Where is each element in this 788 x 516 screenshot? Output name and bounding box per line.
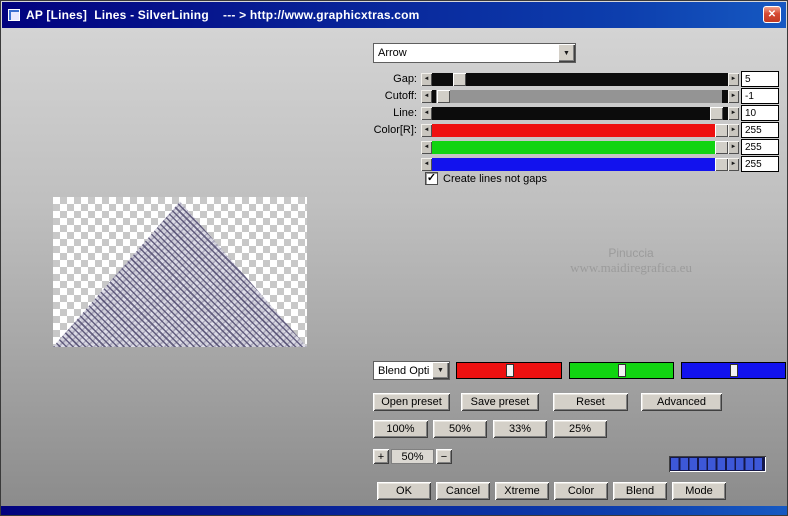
blue-channel-handle[interactable] [730, 364, 739, 377]
slider-left-arrow-icon[interactable]: ◄ [421, 157, 432, 171]
slider-left-arrow-icon[interactable]: ◄ [421, 123, 432, 137]
cutoff-handle[interactable] [437, 89, 451, 103]
color-r-label: Color[R]: [373, 124, 417, 136]
color-r-slider[interactable]: ◄ ► [421, 123, 739, 137]
color-g-value-field[interactable] [741, 139, 779, 155]
checkbox-check-icon[interactable]: ✓ [425, 172, 438, 185]
blend-options-dropdown[interactable]: Blend Opti ▼ [373, 361, 450, 380]
slider-left-arrow-icon[interactable]: ◄ [421, 140, 432, 154]
cutoff-label: Cutoff: [384, 90, 417, 102]
slider-left-arrow-icon[interactable]: ◄ [421, 89, 432, 103]
preview-image [53, 197, 307, 347]
color-r-handle[interactable] [714, 123, 728, 137]
cutoff-value-field[interactable] [741, 88, 779, 104]
reset-button[interactable]: Reset [553, 393, 628, 411]
zoom-25-button[interactable]: 25% [553, 420, 607, 438]
close-button[interactable]: ✕ [763, 6, 781, 23]
zoom-50-button[interactable]: 50% [433, 420, 487, 438]
color-g-track[interactable] [432, 140, 728, 154]
slider-right-arrow-icon[interactable]: ► [728, 89, 739, 103]
cutoff-row: Cutoff: ◄ ► [353, 88, 779, 104]
cutoff-slider[interactable]: ◄ ► [421, 89, 739, 103]
zoom-out-button[interactable]: − [436, 449, 452, 464]
save-preset-button[interactable]: Save preset [461, 393, 539, 411]
color-g-row: ◄ ► [353, 139, 779, 155]
gap-handle[interactable] [452, 72, 466, 86]
green-channel-slider[interactable] [569, 362, 674, 379]
watermark-line1: Pinuccia [608, 246, 654, 260]
color-r-track[interactable] [432, 123, 728, 137]
line-slider[interactable]: ◄ ► [421, 106, 739, 120]
cancel-button[interactable]: Cancel [436, 482, 490, 500]
advanced-button[interactable]: Advanced [641, 393, 722, 411]
gap-track[interactable] [432, 72, 728, 86]
app-icon [8, 9, 20, 21]
line-track[interactable] [432, 106, 728, 120]
color-b-handle[interactable] [714, 157, 728, 171]
color-b-track[interactable] [432, 157, 728, 171]
ok-button[interactable]: OK [377, 482, 431, 500]
create-lines-checkbox-label: Create lines not gaps [443, 172, 547, 185]
gap-slider[interactable]: ◄ ► [421, 72, 739, 86]
zoom-in-button[interactable]: + [373, 449, 389, 464]
color-r-value-field[interactable] [741, 122, 779, 138]
slider-right-arrow-icon[interactable]: ► [728, 157, 739, 171]
shape-dropdown[interactable]: Arrow ▼ [373, 43, 576, 63]
chevron-down-icon[interactable]: ▼ [558, 44, 575, 62]
color-b-row: ◄ ► [353, 156, 779, 172]
progress-bar-fill [671, 458, 764, 470]
pattern-triangle [53, 201, 307, 347]
xtreme-button[interactable]: Xtreme [495, 482, 549, 500]
cutoff-track[interactable] [432, 89, 728, 103]
zoom-100-button[interactable]: 100% [373, 420, 428, 438]
zoom-33-button[interactable]: 33% [493, 420, 547, 438]
color-r-row: Color[R]: ◄ ► [353, 122, 779, 138]
color-g-handle[interactable] [714, 140, 728, 154]
watermark-line2: www.maidiregrafica.eu [570, 260, 692, 275]
line-value-field[interactable] [741, 105, 779, 121]
watermark: Pinuccia www.maidiregrafica.eu [536, 246, 726, 276]
plugin-dialog: AP [Lines] Lines - SilverLining --- > ht… [0, 0, 788, 516]
open-preset-button[interactable]: Open preset [373, 393, 450, 411]
titlebar[interactable]: AP [Lines] Lines - SilverLining --- > ht… [2, 2, 786, 28]
gap-value-field[interactable] [741, 71, 779, 87]
slider-right-arrow-icon[interactable]: ► [728, 72, 739, 86]
create-lines-checkbox[interactable]: ✓ Create lines not gaps [425, 172, 547, 185]
blend-options-value: Blend Opti [378, 364, 430, 377]
progress-bar [669, 456, 766, 472]
color-button[interactable]: Color [554, 482, 608, 500]
chevron-down-icon[interactable]: ▼ [432, 362, 449, 379]
line-handle[interactable] [710, 106, 724, 120]
green-channel-handle[interactable] [618, 364, 627, 377]
window-title: AP [Lines] Lines - SilverLining --- > ht… [26, 8, 420, 22]
line-row: Line: ◄ ► [353, 105, 779, 121]
blend-button[interactable]: Blend [613, 482, 667, 500]
bottom-strip [1, 506, 787, 515]
slider-left-arrow-icon[interactable]: ◄ [421, 106, 432, 120]
red-channel-handle[interactable] [505, 364, 514, 377]
gap-row: Gap: ◄ ► [353, 71, 779, 87]
slider-right-arrow-icon[interactable]: ► [728, 123, 739, 137]
color-g-slider[interactable]: ◄ ► [421, 140, 739, 154]
slider-left-arrow-icon[interactable]: ◄ [421, 72, 432, 86]
gap-label: Gap: [393, 73, 417, 85]
blue-channel-slider[interactable] [681, 362, 786, 379]
slider-right-arrow-icon[interactable]: ► [728, 106, 739, 120]
slider-right-arrow-icon[interactable]: ► [728, 140, 739, 154]
color-b-slider[interactable]: ◄ ► [421, 157, 739, 171]
mode-button[interactable]: Mode [672, 482, 726, 500]
shape-dropdown-value: Arrow [378, 47, 407, 59]
red-channel-slider[interactable] [456, 362, 562, 379]
line-label: Line: [393, 107, 417, 119]
zoom-level: 50% [391, 449, 434, 464]
color-b-value-field[interactable] [741, 156, 779, 172]
